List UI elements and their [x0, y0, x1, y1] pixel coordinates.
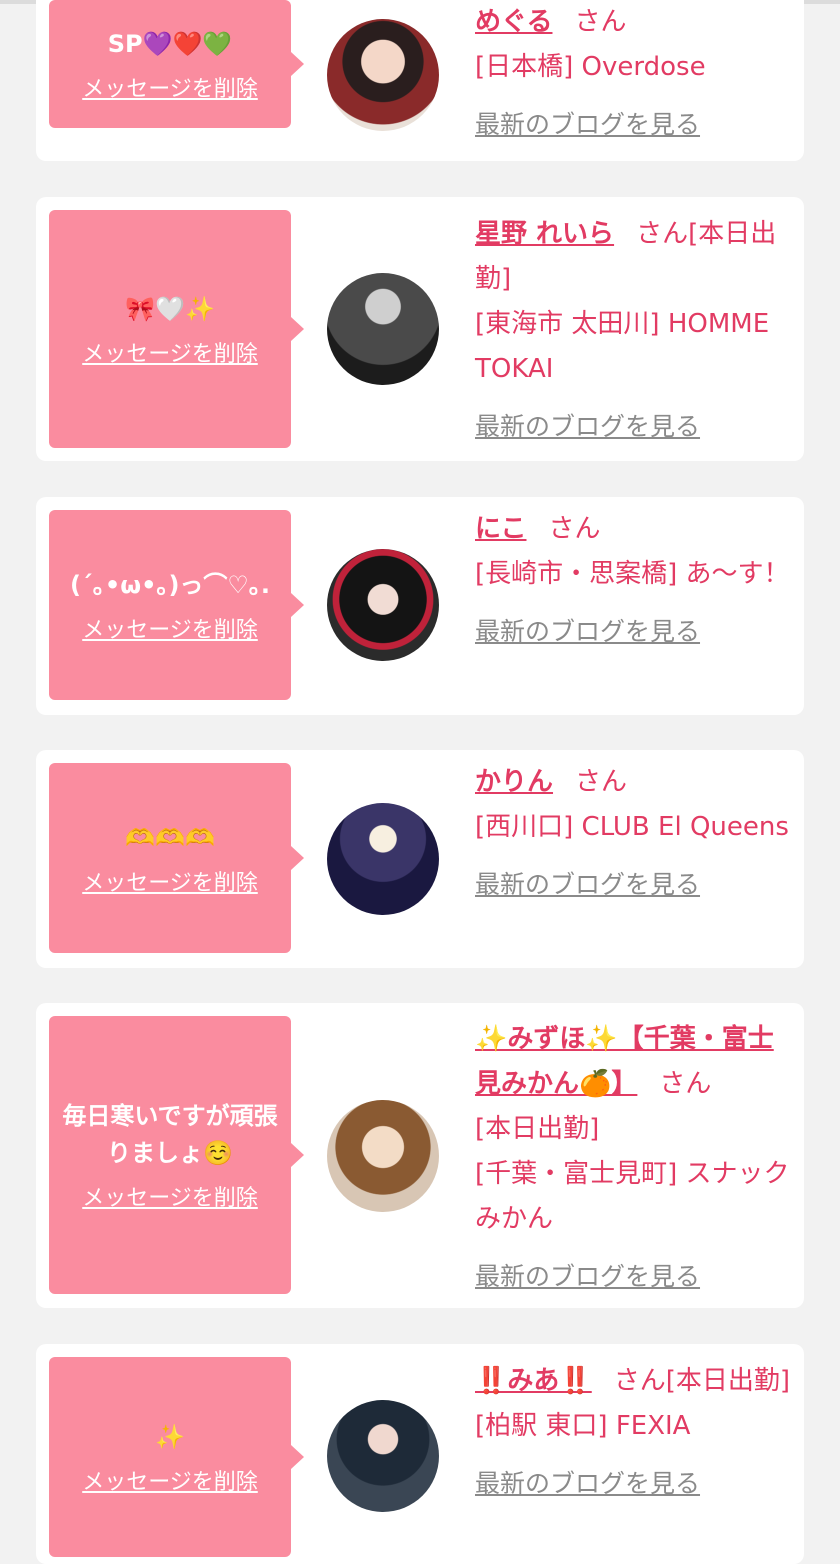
message-text: ✨ — [155, 1422, 185, 1451]
cast-info: かりん さん [西川口] CLUB El Queens 最新のブログを見る — [475, 760, 793, 907]
shop-info: [長崎市・思案橋] あ〜す！ — [475, 559, 790, 589]
message-text: SP💜❤️💚 — [107, 29, 233, 58]
latest-blog-link[interactable]: 最新のブログを見る — [475, 404, 793, 449]
cast-info: 星野 れいら さん[本日出勤] [東海市 太田川] HOMME TOKAI 最新の… — [475, 212, 793, 449]
shop-info: [本日出勤] — [475, 1114, 600, 1144]
delete-message-link[interactable]: メッセージを削除 — [82, 612, 258, 644]
latest-blog-link[interactable]: 最新のブログを見る — [475, 102, 793, 147]
san-label: さん — [548, 514, 601, 544]
san-label: さん — [574, 7, 627, 37]
latest-blog-link[interactable]: 最新のブログを見る — [475, 862, 793, 907]
cast-name-link[interactable]: にこ — [475, 514, 526, 544]
message-card: (´｡•ω•｡)っ⌒♡｡. メッセージを削除 にこ さん [長崎市・思案橋] あ〜… — [36, 497, 804, 715]
latest-blog-link[interactable]: 最新のブログを見る — [475, 1254, 793, 1299]
message-bubble: (´｡•ω•｡)っ⌒♡｡. メッセージを削除 — [49, 510, 304, 700]
avatar[interactable] — [327, 19, 439, 131]
cast-name-link[interactable]: めぐる — [475, 7, 552, 37]
message-bubble: ✨ メッセージを削除 — [49, 1357, 304, 1557]
delete-message-link[interactable]: メッセージを削除 — [82, 1464, 258, 1496]
cast-name-link[interactable]: かりん — [475, 767, 553, 797]
message-text: 🫶🫶🫶 — [125, 823, 215, 852]
cast-info: めぐる さん [日本橋] Overdose 最新のブログを見る — [475, 0, 793, 147]
message-bubble: 🫶🫶🫶 メッセージを削除 — [49, 763, 304, 953]
message-text: 毎日寒いですが頑張りましょ☺️ — [62, 1102, 278, 1167]
delete-message-link[interactable]: メッセージを削除 — [82, 336, 258, 368]
shop-info: [東海市 太田川] HOMME TOKAI — [475, 309, 770, 384]
avatar[interactable] — [327, 1100, 439, 1212]
avatar[interactable] — [327, 549, 439, 661]
avatar[interactable] — [327, 1400, 439, 1512]
shop-info: [千葉・富士見町] スナックみかん — [475, 1159, 790, 1234]
message-bubble: 毎日寒いですが頑張りましょ☺️ メッセージを削除 — [49, 1016, 304, 1294]
shop-info: [西川口] CLUB El Queens — [475, 812, 789, 842]
message-text: (´｡•ω•｡)っ⌒♡｡. — [69, 570, 271, 599]
message-card: 🫶🫶🫶 メッセージを削除 かりん さん [西川口] CLUB El Queens … — [36, 750, 804, 968]
shop-info: [日本橋] Overdose — [475, 52, 706, 82]
latest-blog-link[interactable]: 最新のブログを見る — [475, 1461, 793, 1506]
message-card: SP💜❤️💚 メッセージを削除 めぐる さん [日本橋] Overdose 最新の… — [36, 0, 804, 161]
cast-status: [本日出勤] — [665, 1366, 791, 1396]
san-label: さん — [636, 219, 689, 249]
message-bubble: 🎀🤍✨ メッセージを削除 — [49, 210, 304, 448]
san-label: さん — [575, 767, 628, 797]
delete-message-link[interactable]: メッセージを削除 — [82, 71, 258, 103]
cast-info: ‼️みあ‼️ さん[本日出勤] [柏駅 東口] FEXIA 最新のブログを見る — [475, 1359, 793, 1506]
cast-name-link[interactable]: ‼️みあ‼️ — [475, 1366, 592, 1396]
latest-blog-link[interactable]: 最新のブログを見る — [475, 609, 793, 654]
cast-info: にこ さん [長崎市・思案橋] あ〜す！ 最新のブログを見る — [475, 507, 793, 654]
cast-name-link[interactable]: ✨みずほ✨【千葉・富士見みかん🍊】 — [475, 1024, 774, 1099]
cast-name-link[interactable]: 星野 れいら — [475, 219, 614, 249]
message-card: 🎀🤍✨ メッセージを削除 星野 れいら さん[本日出勤] [東海市 太田川] HO… — [36, 197, 804, 461]
avatar[interactable] — [327, 803, 439, 915]
message-card: ✨ メッセージを削除 ‼️みあ‼️ さん[本日出勤] [柏駅 東口] FEXIA … — [36, 1344, 804, 1564]
shop-info: [柏駅 東口] FEXIA — [475, 1411, 691, 1441]
cast-info: ✨みずほ✨【千葉・富士見みかん🍊】 さん [本日出勤] [千葉・富士見町] スナッ… — [475, 1017, 793, 1299]
message-bubble: SP💜❤️💚 メッセージを削除 — [49, 0, 304, 128]
delete-message-link[interactable]: メッセージを削除 — [82, 865, 258, 897]
message-text: 🎀🤍✨ — [125, 294, 215, 323]
san-label: さん — [613, 1366, 666, 1396]
san-label: さん — [659, 1069, 712, 1099]
message-card: 毎日寒いですが頑張りましょ☺️ メッセージを削除 ✨みずほ✨【千葉・富士見みかん… — [36, 1003, 804, 1308]
avatar[interactable] — [327, 273, 439, 385]
delete-message-link[interactable]: メッセージを削除 — [82, 1180, 258, 1212]
